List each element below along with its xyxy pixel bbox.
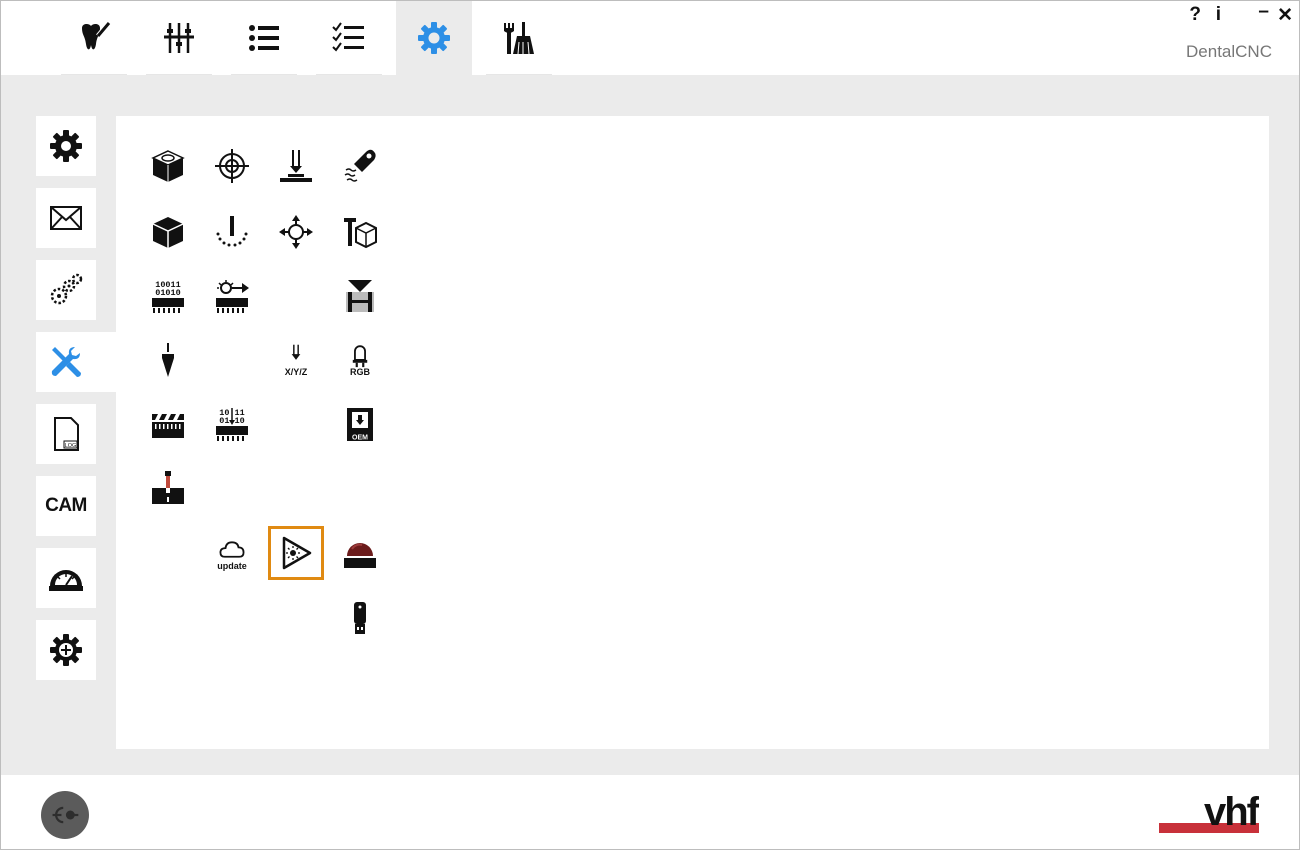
clamp-icon <box>346 280 374 312</box>
led-icon <box>352 344 368 367</box>
oem-label: OEM <box>352 435 368 442</box>
move-arrows-icon <box>279 215 313 249</box>
envelope-icon <box>50 206 82 230</box>
sidebar-item-extensions[interactable] <box>36 620 96 680</box>
brand-label: DentalCNC <box>1186 42 1272 61</box>
tab-sliders[interactable] <box>141 1 217 75</box>
tool-clapper[interactable] <box>140 396 196 452</box>
cloud-icon <box>219 540 245 558</box>
cube-icon <box>152 217 184 248</box>
tab-settings[interactable] <box>396 1 472 75</box>
sidebar-item-multi-settings[interactable] <box>36 260 96 320</box>
probe-down-icon <box>280 150 312 182</box>
tool-firmware-load[interactable]: 10 11 01 10 <box>204 396 260 452</box>
open-box-icon <box>344 218 377 249</box>
checklist-icon <box>332 22 364 52</box>
tool-clamp[interactable] <box>332 268 388 324</box>
tool-laser-play[interactable] <box>268 526 324 580</box>
chip-arrow-icon <box>216 280 249 313</box>
update-label: update <box>217 560 247 571</box>
sidebar-item-messages[interactable] <box>36 188 96 248</box>
tab-list[interactable] <box>226 1 302 75</box>
clapper-ruler-icon <box>152 414 184 438</box>
tool-blank-cube[interactable] <box>140 138 196 194</box>
gear-icon <box>418 22 450 54</box>
crosshair-icon <box>215 149 249 183</box>
tool-air-blow[interactable] <box>332 138 388 194</box>
close-button[interactable]: ✕ <box>1277 4 1293 27</box>
help-button[interactable]: ? <box>1189 4 1201 26</box>
drill-dots-icon <box>216 216 248 247</box>
multi-gear-icon <box>50 273 83 305</box>
sidebar-item-general[interactable] <box>36 116 96 176</box>
tool-firmware[interactable]: 10011 01010 <box>140 268 196 324</box>
status-bar: vhf <box>1 775 1299 849</box>
sidebar-item-cam[interactable]: CAM <box>36 476 96 536</box>
mill-block-icon <box>152 471 184 504</box>
wrench-screwdriver-icon <box>51 347 81 377</box>
tool-xyz-probe[interactable]: X/Y/Z <box>268 332 324 388</box>
tool-oem[interactable]: OEM <box>332 396 388 452</box>
sidebar-item-calibration[interactable] <box>36 548 96 608</box>
log-file-icon: LOG <box>54 417 79 451</box>
tool-mill-block[interactable] <box>140 460 196 516</box>
tab-maintenance[interactable] <box>481 1 557 75</box>
plumb-bob-icon <box>162 343 174 377</box>
xyz-label: X/Y/Z <box>284 366 308 377</box>
cam-label: CAM <box>45 495 87 516</box>
nozzle-air-icon <box>344 149 376 182</box>
dome-button-icon <box>344 543 376 568</box>
tool-cube[interactable] <box>140 204 196 260</box>
gear-icon <box>50 130 82 162</box>
usb-stick-icon <box>354 602 366 634</box>
svg-text:vhf: vhf <box>1204 791 1259 833</box>
tool-open-box[interactable] <box>332 204 388 260</box>
tools-broom-icon <box>504 22 534 55</box>
tool-move-axes[interactable] <box>268 204 324 260</box>
sidebar-item-service[interactable] <box>36 332 116 392</box>
log-label: LOG <box>65 443 77 449</box>
sidebar-item-log[interactable]: LOG <box>36 404 96 464</box>
tab-checklist[interactable] <box>311 1 387 75</box>
vhf-logo-mark: vhf <box>1159 790 1263 834</box>
binary-bottom: 01010 <box>155 288 181 298</box>
info-button[interactable]: i <box>1216 4 1221 26</box>
gear-plus-icon <box>50 634 82 666</box>
connection-button[interactable] <box>41 791 89 839</box>
xyz-probe-icon <box>291 344 301 360</box>
tool-rgb-led[interactable]: RGB <box>332 332 388 388</box>
tooth-tool-icon <box>82 21 111 50</box>
tool-plumb[interactable] <box>140 332 196 388</box>
chip-binary-icon: 1001101010 <box>152 280 184 313</box>
list-icon <box>249 25 279 51</box>
box-disc-icon <box>151 150 185 182</box>
chip-download-icon: 10 1101 10 <box>216 408 248 441</box>
tool-emergency-button[interactable] <box>332 526 388 582</box>
tool-target[interactable] <box>204 138 260 194</box>
tool-usb-stick[interactable] <box>332 590 388 646</box>
rgb-label: RGB <box>350 366 370 377</box>
tab-tooth-tool[interactable] <box>56 1 132 75</box>
plug-disconnected-icon <box>52 806 79 824</box>
top-toolbar: ? i – ✕ DentalCNC <box>1 1 1299 75</box>
tools-panel: 10011 01010 X/Y/Z RGB 10 11 01 10 OEM upda… <box>116 116 1269 749</box>
tool-cloud-update[interactable]: update <box>204 526 260 582</box>
play-laser-icon <box>282 536 312 570</box>
minimize-button[interactable]: – <box>1258 1 1269 23</box>
sliders-icon <box>164 23 194 53</box>
tool-touch-probe[interactable] <box>268 138 324 194</box>
oem-icon: OEM <box>347 408 373 442</box>
vhf-logo: vhf <box>1159 790 1263 834</box>
tool-spindle-axis[interactable] <box>204 204 260 260</box>
gauge-icon <box>49 570 83 591</box>
tool-chip-export[interactable] <box>204 268 260 324</box>
